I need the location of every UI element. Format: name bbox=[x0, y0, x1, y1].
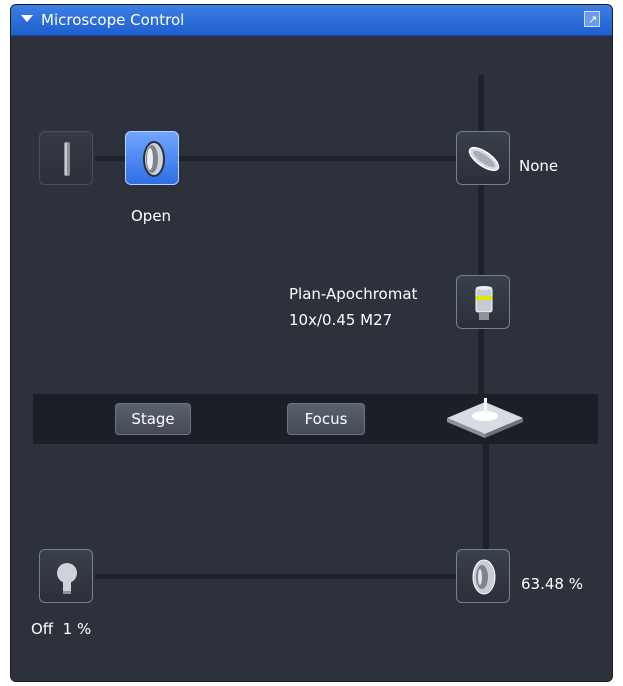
mirror-icon bbox=[468, 146, 500, 172]
lamp-button[interactable] bbox=[39, 549, 93, 603]
slider-button[interactable] bbox=[39, 131, 93, 185]
undock-icon[interactable]: ↗ bbox=[584, 11, 600, 27]
focus-button[interactable]: Focus bbox=[287, 403, 365, 435]
stage-bar: Stage Focus bbox=[33, 394, 598, 444]
microscope-control-panel: Microscope Control ↗ Open None Plan-Apoc… bbox=[10, 4, 613, 682]
transmitted-light-label: 63.48 % bbox=[521, 575, 583, 593]
chevron-down-icon[interactable] bbox=[21, 15, 33, 22]
lens-icon bbox=[143, 141, 165, 177]
objective-spec-label: 10x/0.45 M27 bbox=[289, 311, 393, 329]
stage-button[interactable]: Stage bbox=[115, 403, 191, 435]
objective-icon bbox=[475, 286, 493, 320]
beam-splitter-label: None bbox=[519, 157, 559, 175]
optical-path-vertical-lower bbox=[483, 443, 489, 555]
optical-path-vertical bbox=[478, 75, 484, 395]
slider-icon bbox=[64, 142, 70, 176]
objective-button[interactable] bbox=[456, 275, 510, 329]
reflector-label: Open bbox=[131, 207, 172, 225]
panel-title: Microscope Control bbox=[41, 11, 185, 29]
stage-icon[interactable] bbox=[443, 398, 527, 438]
lamp-label: Off 1 % bbox=[31, 620, 92, 638]
filter-wheel-button[interactable] bbox=[456, 549, 510, 603]
lamp-icon bbox=[57, 563, 77, 594]
filter-wheel-icon bbox=[472, 559, 496, 595]
objective-name-label: Plan-Apochromat bbox=[289, 285, 418, 303]
beam-splitter-button[interactable] bbox=[456, 131, 510, 185]
panel-header: Microscope Control ↗ bbox=[11, 5, 612, 36]
reflector-button[interactable] bbox=[125, 131, 179, 185]
lamp-path-horizontal bbox=[95, 574, 457, 579]
